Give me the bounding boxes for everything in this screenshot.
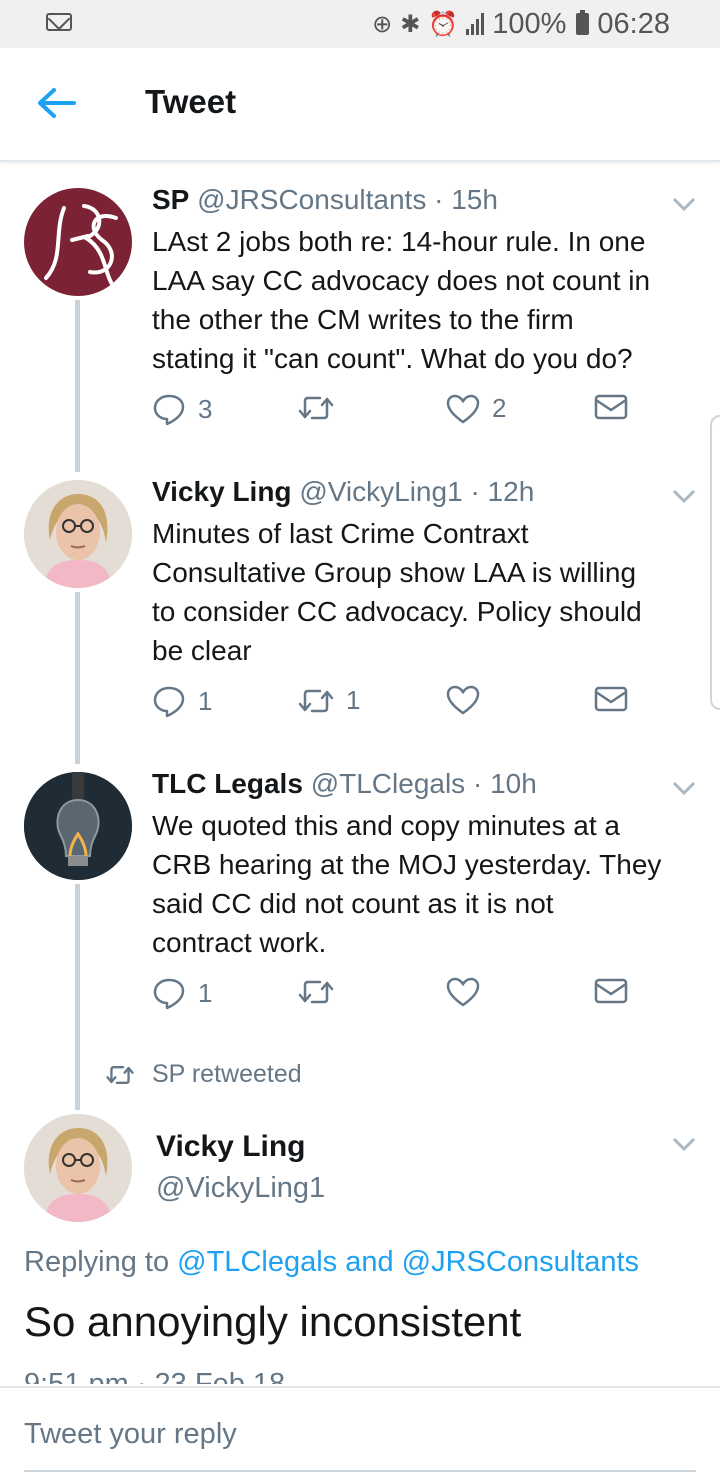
- tweet-text: We quoted this and copy minutes at a CRB…: [152, 810, 662, 958]
- main-tweet-author-name[interactable]: Vicky Ling: [156, 1130, 306, 1164]
- retweet-context: SP retweeted: [106, 1060, 302, 1089]
- retweet-icon: [298, 980, 334, 1004]
- like-button[interactable]: [446, 977, 492, 1007]
- avatar[interactable]: [24, 772, 132, 880]
- tweet-time: 15h: [451, 184, 498, 215]
- retweet-button[interactable]: [298, 977, 346, 1007]
- chevron-down-icon[interactable]: [672, 196, 696, 212]
- reply-button[interactable]: 1: [152, 685, 212, 717]
- author-handle[interactable]: @TLClegals: [311, 768, 465, 799]
- tweet-actions: 3 2: [152, 393, 632, 433]
- direct-message-button[interactable]: [594, 977, 628, 1005]
- author-handle[interactable]: @VickyLing1: [299, 476, 462, 507]
- tlc-lightbulb-logo: [24, 772, 132, 880]
- tweet-time: 10h: [490, 768, 537, 799]
- main-tweet-timestamp: 9:51 pm · 23 Feb 18: [24, 1368, 286, 1384]
- dot-separator: ·: [470, 476, 480, 507]
- main-tweet-text: So annoyingly inconsistent: [24, 1298, 522, 1345]
- author-name[interactable]: SP: [152, 184, 189, 215]
- tweet-actions: 1: [152, 977, 632, 1017]
- tweet-header: SP @JRSConsultants · 15h: [152, 184, 498, 216]
- bluetooth-icon: ✱: [400, 10, 421, 38]
- reply-icon: [153, 686, 185, 717]
- reply-icon: [153, 978, 185, 1009]
- tweet-actions: 1 1: [152, 685, 632, 725]
- author-name[interactable]: Vicky Ling: [152, 476, 292, 507]
- back-arrow-icon[interactable]: [36, 86, 76, 120]
- tweet-text: Minutes of last Crime Contraxt Consultat…: [152, 518, 642, 666]
- scrollbar[interactable]: [710, 415, 720, 710]
- chevron-down-icon[interactable]: [672, 1136, 696, 1152]
- retweet-icon: [298, 689, 334, 712]
- thread-line: [75, 592, 80, 764]
- envelope-icon: [594, 394, 628, 420]
- retweet-context-label[interactable]: SP retweeted: [152, 1060, 302, 1089]
- tweet-time: 12h: [487, 476, 535, 507]
- reply-input-underline: [24, 1470, 696, 1472]
- signal-icon: [466, 13, 485, 35]
- reply-input[interactable]: Tweet your reply: [24, 1418, 237, 1451]
- avatar[interactable]: [24, 480, 132, 588]
- mail-notification-icon: [46, 13, 72, 31]
- direct-message-button[interactable]: [594, 393, 628, 421]
- replying-to: Replying to @TLClegals and @JRSConsultan…: [24, 1246, 640, 1278]
- reply-composer[interactable]: Tweet your reply: [0, 1386, 720, 1482]
- envelope-icon: [594, 978, 628, 1004]
- dot-separator: ·: [472, 768, 483, 799]
- page-title: Tweet: [145, 83, 237, 120]
- retweet-icon: [106, 1065, 134, 1084]
- main-tweet-author-handle[interactable]: @VickyLing1: [156, 1172, 325, 1205]
- tweet-text: LAst 2 jobs both re: 14-hour rule. In on…: [152, 226, 651, 374]
- clock: 06:28: [597, 7, 670, 40]
- thread-line: [75, 300, 80, 472]
- profile-photo: [24, 480, 132, 588]
- timestamp-clip: 9:51 pm · 23 Feb 18: [24, 1366, 424, 1384]
- status-bar: ⊕ ✱ ⏰ 100% 06:28: [0, 0, 720, 48]
- jrs-logo: [44, 204, 118, 286]
- replying-to-handles-link[interactable]: @TLClegals and @JRSConsultants: [177, 1246, 639, 1278]
- reply-button[interactable]: 1: [152, 977, 212, 1009]
- like-button[interactable]: [446, 685, 492, 715]
- thread-line: [75, 884, 80, 1110]
- tweet-header: Vicky Ling @VickyLing1 · 12h: [152, 476, 534, 508]
- heart-icon: [446, 685, 480, 715]
- battery-icon: [576, 10, 590, 35]
- battery-percent: 100%: [492, 7, 567, 40]
- top-app-bar: Tweet: [0, 48, 720, 162]
- retweet-button[interactable]: [298, 393, 346, 423]
- direct-message-button[interactable]: [594, 685, 628, 713]
- dot-separator: ·: [434, 184, 444, 215]
- alarm-icon: ⏰: [428, 10, 459, 38]
- envelope-icon: [594, 686, 628, 712]
- like-button[interactable]: 2: [446, 393, 506, 424]
- profile-photo: [24, 1114, 132, 1222]
- retweet-button[interactable]: 1: [298, 685, 360, 716]
- avatar[interactable]: [24, 1114, 132, 1222]
- tweet-header: TLC Legals @TLClegals · 10h: [152, 768, 537, 800]
- avatar[interactable]: [24, 188, 132, 296]
- reply-icon: [153, 394, 185, 425]
- author-name[interactable]: TLC Legals: [152, 768, 303, 799]
- data-saver-icon: ⊕: [372, 10, 393, 38]
- author-handle[interactable]: @JRSConsultants: [197, 184, 426, 215]
- heart-icon: [446, 394, 480, 424]
- chevron-down-icon[interactable]: [672, 780, 696, 796]
- retweet-icon: [298, 396, 334, 420]
- heart-icon: [446, 977, 480, 1007]
- chevron-down-icon[interactable]: [672, 488, 696, 504]
- reply-button[interactable]: 3: [152, 393, 212, 425]
